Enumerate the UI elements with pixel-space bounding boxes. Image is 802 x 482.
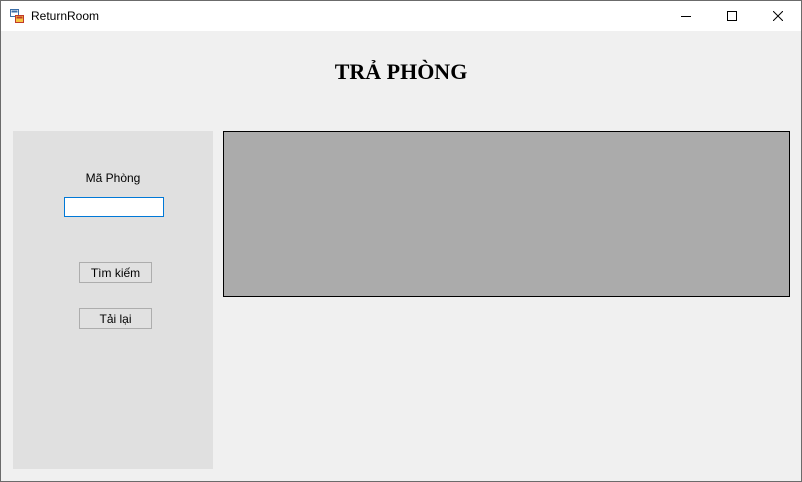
room-code-label: Mã Phòng [85, 171, 141, 185]
search-button[interactable]: Tìm kiếm [79, 262, 152, 283]
page-title: TRẢ PHÒNG [334, 59, 468, 84]
maximize-button[interactable] [709, 1, 755, 31]
return-room-window: ReturnRoom TRẢ PHÒNG Mã Phòng Tìm kiếm T… [0, 0, 802, 482]
results-data-grid[interactable] [223, 131, 790, 297]
close-icon [773, 11, 783, 21]
app-icon [10, 9, 24, 23]
reload-button[interactable]: Tải lại [79, 308, 152, 329]
minimize-button[interactable] [663, 1, 709, 31]
search-panel: Mã Phòng Tìm kiếm Tải lại [13, 131, 213, 469]
maximize-icon [727, 11, 737, 21]
close-button[interactable] [755, 1, 801, 31]
window-title: ReturnRoom [31, 9, 100, 23]
minimize-icon [681, 16, 691, 17]
room-code-input[interactable] [64, 197, 164, 217]
title-bar[interactable]: ReturnRoom [1, 1, 801, 31]
